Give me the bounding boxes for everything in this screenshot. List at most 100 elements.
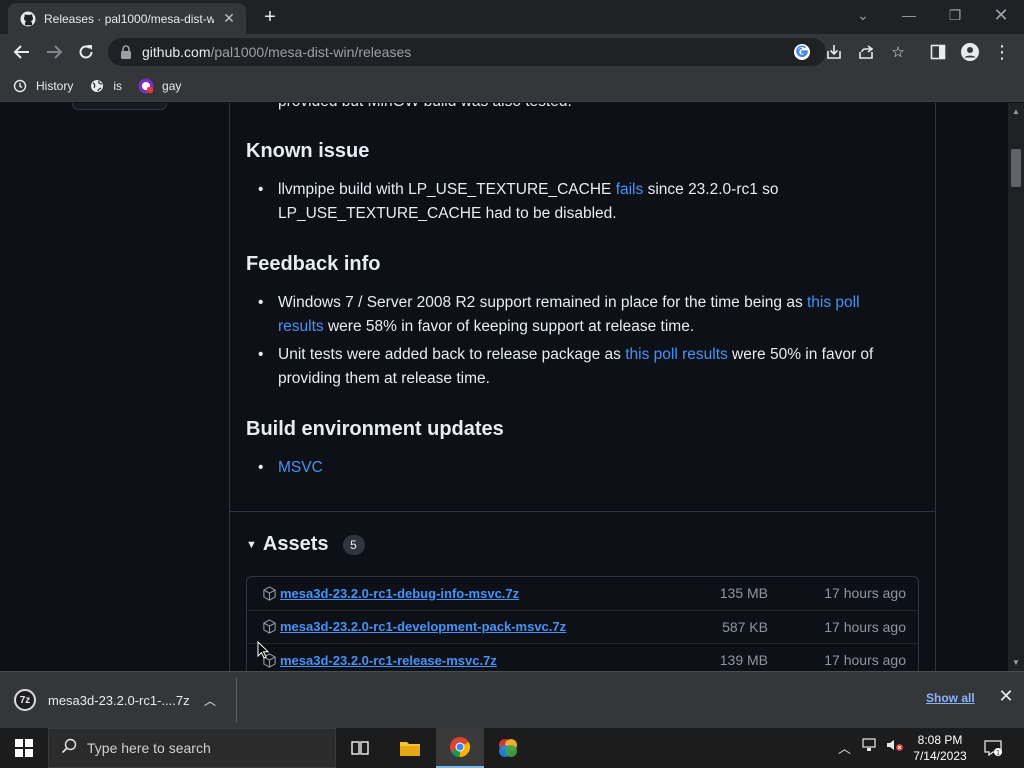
network-icon[interactable] xyxy=(862,738,878,755)
bookmarks-bar: History is gay xyxy=(0,70,1024,102)
svg-text:1: 1 xyxy=(996,750,1000,757)
profile-icon[interactable] xyxy=(960,42,980,62)
list-item: Unit tests were added back to release pa… xyxy=(258,343,898,391)
lock-icon[interactable] xyxy=(120,45,134,59)
arrow-right-icon xyxy=(47,45,63,59)
asset-download-link[interactable]: mesa3d-23.2.0-rc1-development-pack-msvc.… xyxy=(280,619,566,634)
url-text: github.com/pal1000/mesa-dist-win/release… xyxy=(142,44,412,60)
package-icon xyxy=(262,585,278,601)
divider xyxy=(236,678,237,722)
tab-strip: Releases · pal1000/mesa-dist-win ✕ + ⌄ —… xyxy=(0,0,1024,34)
address-bar[interactable]: github.com/pal1000/mesa-dist-win/release… xyxy=(108,38,826,66)
sidebar-fragment xyxy=(72,103,167,110)
tab-title: Releases · pal1000/mesa-dist-win xyxy=(44,11,214,26)
assets-toggle[interactable]: ▼ Assets 5 xyxy=(246,533,365,556)
browser-tab[interactable]: Releases · pal1000/mesa-dist-win ✕ xyxy=(8,3,246,34)
taskbar-search-box[interactable]: Type here to search xyxy=(48,728,336,768)
asset-download-link[interactable]: mesa3d-23.2.0-rc1-debug-info-msvc.7z xyxy=(280,586,519,601)
bookmark-star-icon[interactable]: ☆ xyxy=(888,42,908,62)
list-item: llvmpipe build with LP_USE_TEXTURE_CACHE… xyxy=(258,178,898,226)
site-icon xyxy=(138,78,154,94)
scroll-up-arrow-icon[interactable]: ▲ xyxy=(1012,107,1020,116)
task-view-button[interactable] xyxy=(336,728,384,768)
browser-toolbar: github.com/pal1000/mesa-dist-win/release… xyxy=(0,34,1024,70)
bookmark-label: History xyxy=(36,78,74,93)
section-heading-build-environment: Build environment updates xyxy=(246,418,504,440)
7zip-file-icon: 7z xyxy=(14,689,36,711)
list-item: Windows 7 / Server 2008 R2 support remai… xyxy=(258,291,898,339)
asset-row: mesa3d-23.2.0-rc1-release-msvc.7z 139 MB… xyxy=(247,644,918,671)
chrome-taskbar-button[interactable] xyxy=(436,728,484,768)
start-button[interactable] xyxy=(0,728,48,768)
asset-download-link[interactable]: mesa3d-23.2.0-rc1-release-msvc.7z xyxy=(280,653,497,668)
search-placeholder: Type here to search xyxy=(87,740,211,756)
scrollbar-thumb[interactable] xyxy=(1011,149,1021,187)
google-lens-icon[interactable] xyxy=(792,42,812,62)
file-explorer-button[interactable] xyxy=(386,728,434,768)
back-button[interactable] xyxy=(10,40,34,64)
asset-size: 587 KB xyxy=(722,618,768,635)
assets-heading: Assets xyxy=(262,533,329,555)
chevron-up-icon[interactable]: ︿ xyxy=(204,692,216,709)
task-view-icon xyxy=(351,741,369,755)
asset-row: mesa3d-23.2.0-rc1-development-pack-msvc.… xyxy=(247,611,918,644)
bookmark-is[interactable]: is xyxy=(89,78,122,94)
speaker-muted-icon[interactable] xyxy=(886,738,904,755)
poll-results-link[interactable]: this poll results xyxy=(625,346,728,363)
divider xyxy=(229,511,936,512)
tab-search-icon[interactable]: ⌄ xyxy=(840,0,886,30)
bookmark-history[interactable]: History xyxy=(12,78,73,94)
msvc-link[interactable]: MSVC xyxy=(278,459,323,476)
system-clock[interactable]: 8:08 PM 7/14/2023 xyxy=(908,732,972,764)
restore-button[interactable]: ❐ xyxy=(932,0,978,30)
notification-center-icon[interactable]: 1 xyxy=(982,737,1004,759)
color-wheel-icon xyxy=(499,739,517,757)
scroll-down-arrow-icon[interactable]: ▼ xyxy=(1012,658,1020,667)
close-window-button[interactable]: ✕ xyxy=(978,0,1024,30)
side-panel-icon[interactable] xyxy=(928,42,948,62)
page-scrollbar[interactable]: ▲ ▼ xyxy=(1008,103,1024,671)
download-item[interactable]: 7z mesa3d-23.2.0-rc1-....7z ︿ xyxy=(14,686,216,714)
close-download-shelf-icon[interactable]: ✕ xyxy=(996,686,1016,707)
windows-logo-icon xyxy=(15,739,33,757)
minimize-button[interactable]: — xyxy=(886,0,932,30)
new-tab-button[interactable]: + xyxy=(259,6,281,29)
reload-icon xyxy=(79,45,93,59)
section-heading-known-issue: Known issue xyxy=(246,140,370,162)
download-filename: mesa3d-23.2.0-rc1-....7z xyxy=(48,692,190,708)
clock-time: 8:08 PM xyxy=(917,733,963,747)
asset-time: 17 hours ago xyxy=(824,618,906,635)
list-item: MSVC xyxy=(258,456,898,480)
forward-button[interactable] xyxy=(42,40,66,64)
github-icon xyxy=(20,11,36,27)
triangle-down-icon: ▼ xyxy=(246,538,257,551)
bookmark-gay[interactable]: gay xyxy=(138,78,181,94)
menu-kebab-icon[interactable]: ⋮ xyxy=(992,42,1012,62)
arrow-left-icon xyxy=(13,45,29,59)
chevron-up-icon[interactable]: ︿ xyxy=(838,738,851,757)
page-viewport: provided but MinGW build was also tested… xyxy=(0,103,1008,671)
reload-button[interactable] xyxy=(74,40,98,64)
share-icon[interactable] xyxy=(856,42,876,62)
chrome-icon xyxy=(450,737,471,758)
bookmark-label: gay xyxy=(162,78,182,93)
clock-date: 7/14/2023 xyxy=(913,749,967,763)
close-tab-icon[interactable]: ✕ xyxy=(220,10,238,27)
assets-list: mesa3d-23.2.0-rc1-debug-info-msvc.7z 135… xyxy=(246,576,919,671)
show-all-downloads-link[interactable]: Show all xyxy=(926,691,975,705)
windows-taskbar: Type here to search ︿ 8:08 PM 7/14/2023 … xyxy=(0,728,1024,768)
section-heading-feedback-info: Feedback info xyxy=(246,253,381,275)
assets-count-badge: 5 xyxy=(342,534,365,555)
asset-time: 17 hours ago xyxy=(824,652,906,669)
bookmark-label: is xyxy=(113,78,123,93)
install-app-icon[interactable] xyxy=(824,42,844,62)
fails-link[interactable]: fails xyxy=(616,181,644,198)
asset-size: 135 MB xyxy=(719,585,768,602)
history-icon xyxy=(12,78,28,94)
package-icon xyxy=(262,619,278,635)
asset-time: 17 hours ago xyxy=(824,585,906,602)
mouse-cursor-icon xyxy=(257,641,269,659)
asset-row: mesa3d-23.2.0-rc1-debug-info-msvc.7z 135… xyxy=(247,577,918,611)
list-item: provided but MinGW build was also tested… xyxy=(278,103,898,114)
photos-app-button[interactable] xyxy=(484,728,532,768)
